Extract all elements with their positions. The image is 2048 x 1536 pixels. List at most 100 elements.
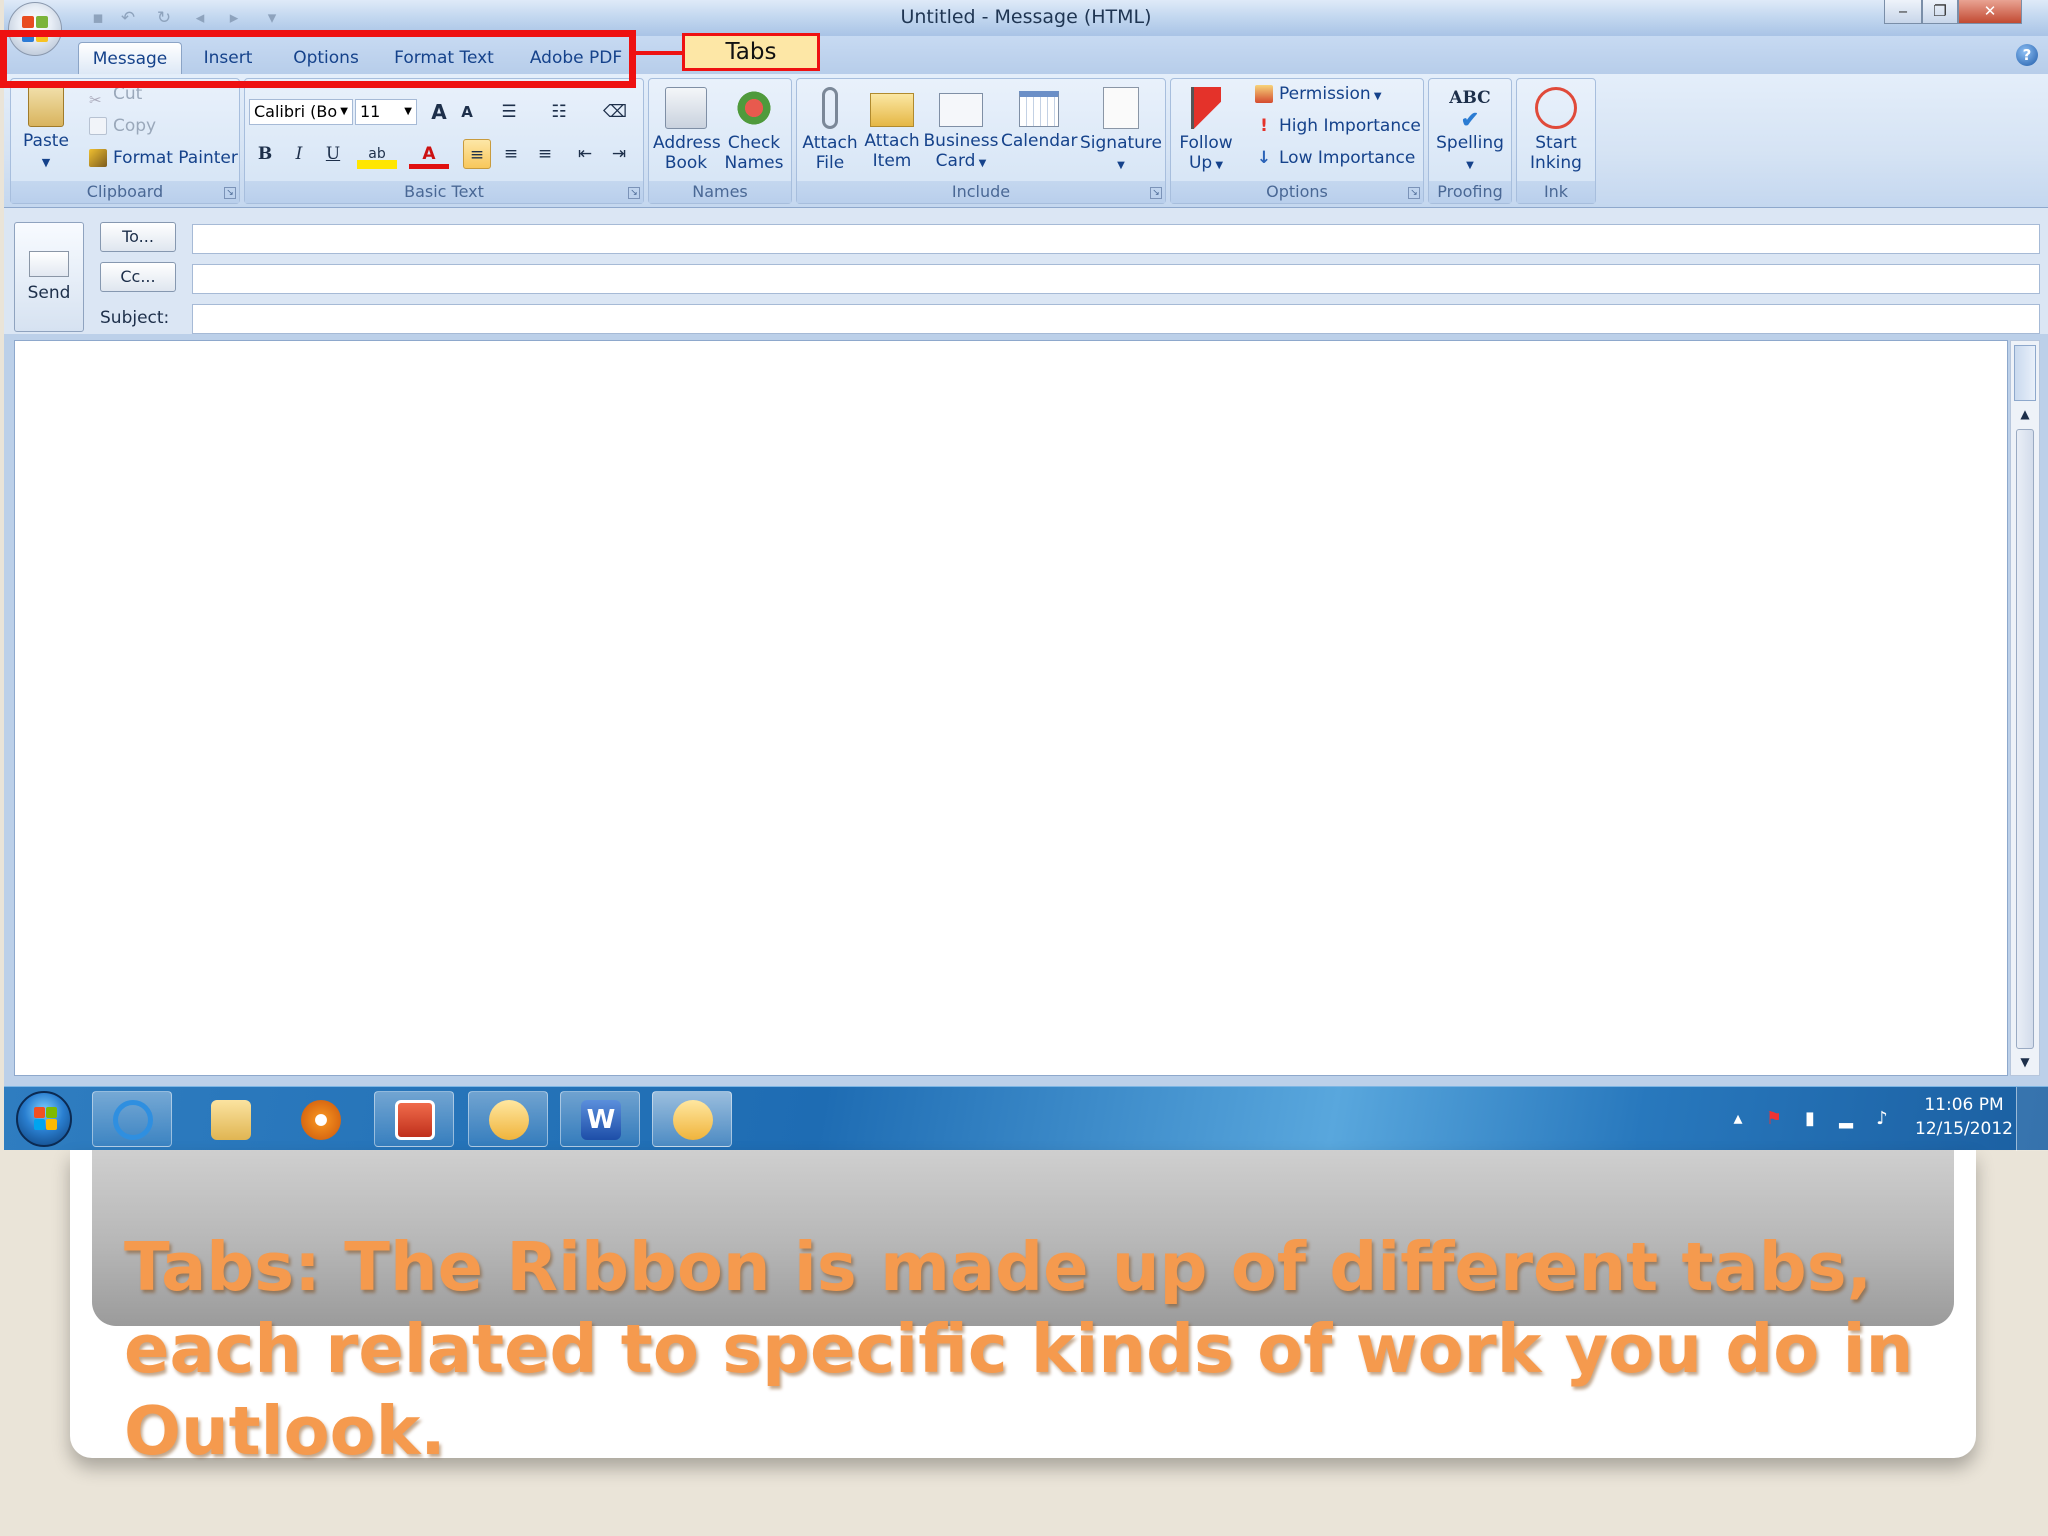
start-inking-label-1: Start bbox=[1535, 133, 1577, 153]
align-right-icon: ≡ bbox=[537, 144, 553, 164]
taskbar-media-player[interactable] bbox=[280, 1091, 360, 1147]
check-names-label-2: Names bbox=[724, 153, 784, 173]
clipboard-launcher-icon[interactable]: ↘ bbox=[224, 187, 236, 199]
check-names-label-1: Check bbox=[727, 133, 781, 153]
restore-button[interactable]: ❐ bbox=[1922, 0, 1958, 24]
dropdown-arrow-icon: ▼ bbox=[1117, 160, 1125, 171]
clock-time[interactable]: 11:06 PM bbox=[1904, 1095, 2024, 1115]
internet-explorer-icon bbox=[113, 1100, 153, 1140]
attach-item-button[interactable]: Attach Item bbox=[861, 87, 923, 171]
clipboard-group: Paste ▼ ✂ Cut Copy Format Painter Clipboar… bbox=[10, 78, 240, 204]
power-icon[interactable]: ▮ bbox=[1798, 1107, 1822, 1131]
low-importance-label: Low Importance bbox=[1279, 148, 1416, 168]
action-center-flag-icon[interactable]: ⚑ bbox=[1762, 1107, 1786, 1131]
business-card-button[interactable]: Business Card ▼ bbox=[923, 87, 999, 174]
to-button[interactable]: To... bbox=[100, 222, 176, 252]
check-names-button[interactable]: Check Names bbox=[721, 87, 787, 173]
spelling-button[interactable]: ABC ✔ Spelling ▼ bbox=[1431, 87, 1509, 176]
paste-button[interactable]: Paste ▼ bbox=[17, 83, 75, 173]
attach-file-label-1: Attach bbox=[802, 133, 858, 153]
windows-logo-piece bbox=[34, 1119, 45, 1130]
include-group-label: Include bbox=[797, 181, 1165, 203]
dropdown-arrow-icon: ▼ bbox=[1370, 91, 1382, 102]
subject-field[interactable] bbox=[192, 304, 2040, 334]
to-field[interactable] bbox=[192, 224, 2040, 254]
names-group: Address Book Check Names Names bbox=[648, 78, 792, 204]
signature-label: Signature bbox=[1079, 133, 1162, 153]
highlight-button[interactable]: ab bbox=[357, 139, 397, 169]
clock-date[interactable]: 12/15/2012 bbox=[1904, 1119, 2024, 1139]
align-center-button[interactable]: ≡ bbox=[497, 139, 525, 169]
network-signal-icon[interactable]: ▂ bbox=[1834, 1107, 1858, 1131]
bullets-button[interactable]: ☰ bbox=[495, 97, 523, 127]
speaker-volume-icon[interactable]: ♪ bbox=[1870, 1107, 1894, 1131]
taskbar-outlook-calendar[interactable] bbox=[374, 1091, 454, 1147]
format-painter-button[interactable]: Format Painter bbox=[89, 143, 238, 173]
close-button[interactable]: ✕ bbox=[1958, 0, 2022, 24]
follow-up-label-1: Follow bbox=[1179, 133, 1233, 153]
taskbar-internet-explorer[interactable] bbox=[92, 1091, 172, 1147]
copy-button[interactable]: Copy bbox=[89, 111, 156, 141]
ink-group: Start Inking Ink bbox=[1516, 78, 1596, 204]
send-button[interactable]: Send bbox=[14, 222, 84, 332]
italic-button[interactable]: I bbox=[285, 139, 313, 169]
increase-indent-button[interactable]: ⇥ bbox=[605, 139, 633, 169]
numbering-button[interactable]: ☷ bbox=[545, 97, 573, 127]
start-button[interactable] bbox=[16, 1091, 72, 1147]
attach-file-button[interactable]: Attach File bbox=[799, 87, 861, 173]
scrollbar-thumb[interactable] bbox=[2016, 429, 2034, 1049]
taskbar-outlook-active[interactable] bbox=[652, 1091, 732, 1147]
follow-up-button[interactable]: Follow Up ▼ bbox=[1175, 87, 1237, 176]
shrink-font-button[interactable]: A bbox=[453, 97, 481, 127]
taskbar-file-explorer[interactable] bbox=[190, 1091, 270, 1147]
font-size-value: 11 bbox=[360, 102, 381, 121]
font-name-combo[interactable]: Calibri (Bo ▼ bbox=[249, 99, 353, 125]
calendar-button[interactable]: Calendar bbox=[1001, 87, 1077, 151]
message-body[interactable] bbox=[14, 340, 2008, 1076]
windows-logo-piece bbox=[46, 1119, 57, 1130]
align-right-button[interactable]: ≡ bbox=[531, 139, 559, 169]
increase-indent-icon: ⇥ bbox=[611, 144, 627, 164]
scroll-up-arrow-icon[interactable]: ▲ bbox=[2015, 407, 2035, 421]
show-hidden-icons-icon[interactable]: ▴ bbox=[1726, 1107, 1750, 1131]
attach-file-label-2: File bbox=[815, 153, 845, 173]
vertical-scrollbar[interactable]: ▲ ▼ bbox=[2010, 340, 2040, 1076]
permission-button[interactable]: Permission ▼ bbox=[1255, 79, 1382, 109]
ruler-toggle-icon[interactable] bbox=[2014, 345, 2036, 401]
spelling-label: Spelling bbox=[1436, 133, 1504, 153]
high-importance-button[interactable]: ! High Importance bbox=[1255, 111, 1421, 141]
underline-label: U bbox=[325, 144, 341, 164]
address-book-button[interactable]: Address Book bbox=[653, 87, 721, 173]
copy-icon bbox=[89, 117, 107, 135]
grow-font-button[interactable]: A bbox=[425, 97, 453, 127]
scroll-down-arrow-icon[interactable]: ▼ bbox=[2015, 1055, 2035, 1069]
checkmark-icon: ✔ bbox=[1460, 107, 1480, 133]
font-color-label: A bbox=[422, 144, 436, 164]
red-flag-icon bbox=[1191, 87, 1221, 129]
align-left-button[interactable]: ≡ bbox=[463, 139, 491, 169]
decrease-indent-button[interactable]: ⇤ bbox=[571, 139, 599, 169]
send-label: Send bbox=[27, 283, 71, 303]
minimize-button[interactable]: ‒ bbox=[1884, 0, 1922, 24]
basic-text-launcher-icon[interactable]: ↘ bbox=[628, 187, 640, 199]
underline-button[interactable]: U bbox=[319, 139, 347, 169]
font-color-button[interactable]: A bbox=[409, 139, 449, 169]
clear-formatting-button[interactable]: ⌫ bbox=[601, 97, 629, 127]
down-arrow-icon: ↓ bbox=[1256, 148, 1272, 168]
start-inking-button[interactable]: Start Inking bbox=[1519, 87, 1593, 173]
taskbar-word[interactable]: W bbox=[560, 1091, 640, 1147]
cc-button[interactable]: Cc... bbox=[100, 262, 176, 292]
bold-button[interactable]: B bbox=[251, 139, 279, 169]
help-icon[interactable]: ? bbox=[2016, 44, 2038, 66]
taskbar-outlook[interactable] bbox=[468, 1091, 548, 1147]
business-card-label-1: Business bbox=[923, 131, 999, 151]
options-launcher-icon[interactable]: ↘ bbox=[1408, 187, 1420, 199]
paintbrush-icon bbox=[89, 149, 107, 167]
signature-button[interactable]: Signature ▼ bbox=[1079, 87, 1163, 176]
include-launcher-icon[interactable]: ↘ bbox=[1150, 187, 1162, 199]
low-importance-button[interactable]: ↓ Low Importance bbox=[1255, 143, 1415, 173]
show-desktop-button[interactable] bbox=[2016, 1087, 2048, 1151]
cc-field[interactable] bbox=[192, 264, 2040, 294]
font-size-combo[interactable]: 11 ▼ bbox=[355, 99, 417, 125]
proofing-group: ABC ✔ Spelling ▼ Proofing bbox=[1428, 78, 1512, 204]
